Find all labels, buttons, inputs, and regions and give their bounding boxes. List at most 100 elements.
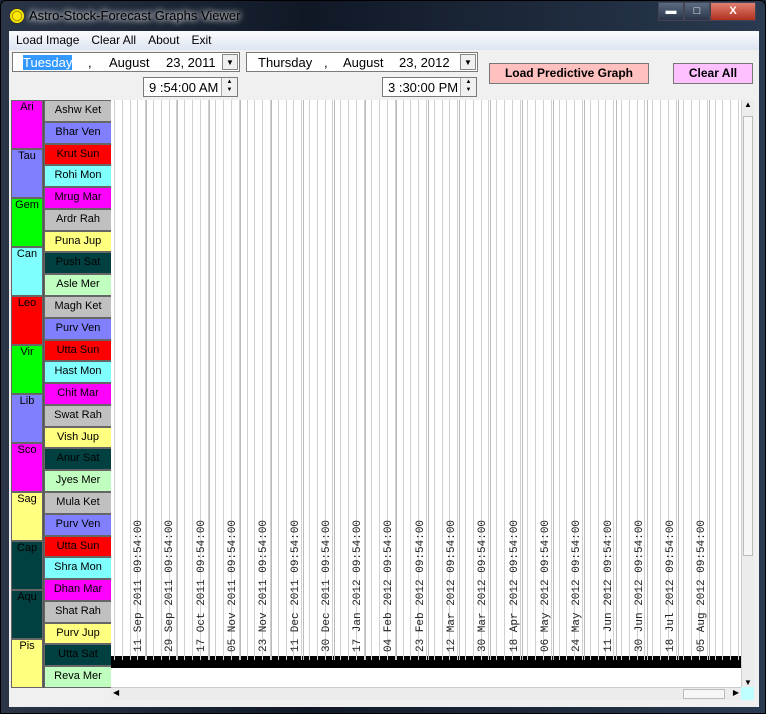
grid-line: [402, 100, 404, 660]
nakshatra-cell: Ardr Rah: [44, 208, 112, 231]
nakshatra-cell: Anur Sat: [44, 448, 112, 471]
end-date-picker[interactable]: Thursday , August 23, 2012 ▼: [246, 52, 478, 72]
grid-line: [566, 100, 568, 660]
grid-line: [184, 100, 186, 660]
start-time-picker[interactable]: 9 :54:00 AM ▲ ▼: [143, 77, 238, 97]
major-grid-line: [615, 100, 617, 660]
end-time: 3 :30:00 PM: [388, 80, 459, 95]
horizontal-scrollbar[interactable]: ◀ ▶: [111, 687, 741, 700]
app-window: Astro-Stock-Forecast Graphs Viewer ▬ □ X…: [0, 0, 766, 714]
zodiac-panel: Ari Tau Gem Can Leo Vir Lib Sco Sag Cap Aqu Pis Ashw…: [11, 100, 112, 688]
client-area: Load Image Clear All About Exit Tuesday …: [9, 31, 759, 707]
chevron-down-icon[interactable]: ▼: [460, 54, 476, 70]
nakshatra-cell: Utta Sun: [44, 535, 112, 558]
maximize-button[interactable]: □: [684, 2, 710, 21]
nakshatra-cell: Mrug Mar: [44, 187, 112, 209]
grid-line: [683, 100, 685, 660]
major-grid-line: [552, 100, 554, 660]
sign-cell: Sco: [11, 443, 43, 492]
spinner-icon[interactable]: ▲ ▼: [221, 78, 237, 96]
end-time-picker[interactable]: 3 :30:00 PM ▲ ▼: [382, 77, 477, 97]
date-label: 23 Nov 2011 09:54:00: [258, 519, 271, 652]
close-button[interactable]: X: [710, 2, 756, 21]
major-grid-line: [365, 100, 367, 660]
grid-line: [246, 100, 248, 660]
sign-cell: Pis: [11, 639, 43, 688]
menu-clear-all[interactable]: Clear All: [84, 31, 141, 50]
date-label: 30 Dec 2011 09:54:00: [320, 519, 333, 652]
start-day-year: 23, 2011: [166, 55, 216, 70]
nakshatra-cell: Purv Jup: [44, 622, 112, 645]
nakshatra-cell: Dhan Mar: [44, 579, 112, 601]
scroll-down-icon[interactable]: ▼: [742, 678, 754, 687]
major-grid-line: [146, 100, 147, 660]
graph-area: 11 Sep 2011 09:54:00 29 Sep 2011 09:54:00…: [111, 100, 741, 687]
scrollbar-corner: [741, 687, 754, 700]
sign-cell: Sag: [11, 492, 43, 541]
clear-all-button[interactable]: Clear All: [673, 63, 753, 84]
date-label: 23 Feb 2012 09:54:00: [414, 519, 427, 652]
nakshatra-cell: Push Sat: [44, 252, 112, 275]
load-predictive-graph-button[interactable]: Load Predictive Graph: [489, 63, 649, 84]
date-label: 17 Jan 2012 09:54:00: [352, 519, 365, 652]
grid-line: [652, 100, 654, 660]
nakshatra-cell: Ashw Ket: [44, 100, 112, 122]
date-label: 24 May 2012 09:54:00: [571, 519, 584, 652]
grid-line: [441, 100, 443, 660]
grid-line: [223, 100, 225, 660]
grid-line: [121, 100, 123, 660]
sign-cell: Tau: [11, 149, 43, 198]
minimize-button[interactable]: ▬: [658, 2, 684, 21]
scroll-up-icon[interactable]: ▲: [742, 100, 754, 109]
spinner-icon[interactable]: ▲ ▼: [460, 78, 476, 96]
scroll-right-icon[interactable]: ▶: [733, 688, 739, 697]
sign-cell: Leo: [11, 296, 43, 345]
menu-bar: Load Image Clear All About Exit: [9, 31, 759, 50]
date-label: 30 Mar 2012 09:54:00: [477, 519, 490, 652]
major-grid-line: [678, 100, 680, 660]
major-grid-line: [333, 100, 335, 660]
nakshatra-cell: Krut Sun: [44, 143, 112, 166]
date-label: 11 Jun 2012 09:54:00: [602, 519, 615, 652]
nakshatra-cell: Swat Rah: [44, 404, 112, 427]
grid-line: [348, 100, 349, 660]
date-label: 04 Feb 2012 09:54:00: [383, 519, 396, 652]
chevron-down-icon[interactable]: ▼: [222, 54, 238, 70]
major-grid-line: [584, 100, 586, 660]
vertical-scrollbar[interactable]: ▲ ▼: [741, 100, 754, 687]
major-grid-line: [521, 100, 523, 660]
nakshatra-cell: Hast Mon: [44, 361, 112, 384]
sign-cell: Vir: [11, 345, 43, 394]
nakshatra-cell: Magh Ket: [44, 296, 112, 318]
grid-line: [277, 100, 279, 660]
menu-load-image[interactable]: Load Image: [9, 31, 84, 50]
grid-line: [215, 100, 217, 660]
horizontal-scroll-thumb[interactable]: [683, 689, 725, 699]
grid-line: [379, 100, 381, 660]
start-date-picker[interactable]: Tuesday , August 23, 2011 ▼: [12, 52, 240, 72]
vertical-scroll-thumb[interactable]: [743, 116, 753, 556]
menu-about[interactable]: About: [141, 31, 184, 50]
major-grid-line: [459, 100, 460, 660]
scroll-left-icon[interactable]: ◀: [113, 688, 119, 697]
menu-exit[interactable]: Exit: [184, 31, 216, 50]
nakshatra-cell: Purv Ven: [44, 317, 112, 340]
nakshatra-cell: Puna Jup: [44, 230, 112, 253]
grid-line: [535, 100, 537, 660]
grid-line: [691, 100, 693, 660]
end-weekday: Thursday: [258, 55, 313, 70]
date-label: 05 Nov 2011 09:54:00: [226, 519, 239, 652]
date-label: 30 Jun 2012 09:54:00: [633, 519, 646, 652]
grid-line: [621, 100, 622, 660]
date-label: 06 May 2012 09:54:00: [539, 519, 552, 652]
start-time: 9 :54:00 AM: [149, 80, 219, 95]
grid-line: [129, 100, 131, 660]
grid-line: [254, 100, 256, 660]
date-label: 11 Sep 2011 09:54:00: [133, 519, 145, 652]
grid-line: [316, 100, 318, 660]
grid-line: [114, 100, 115, 660]
grid-line: [597, 100, 599, 660]
major-grid-line: [427, 100, 429, 660]
date-label: 18 Jul 2012 09:54:00: [665, 519, 678, 652]
sign-cell: Lib: [11, 394, 43, 443]
